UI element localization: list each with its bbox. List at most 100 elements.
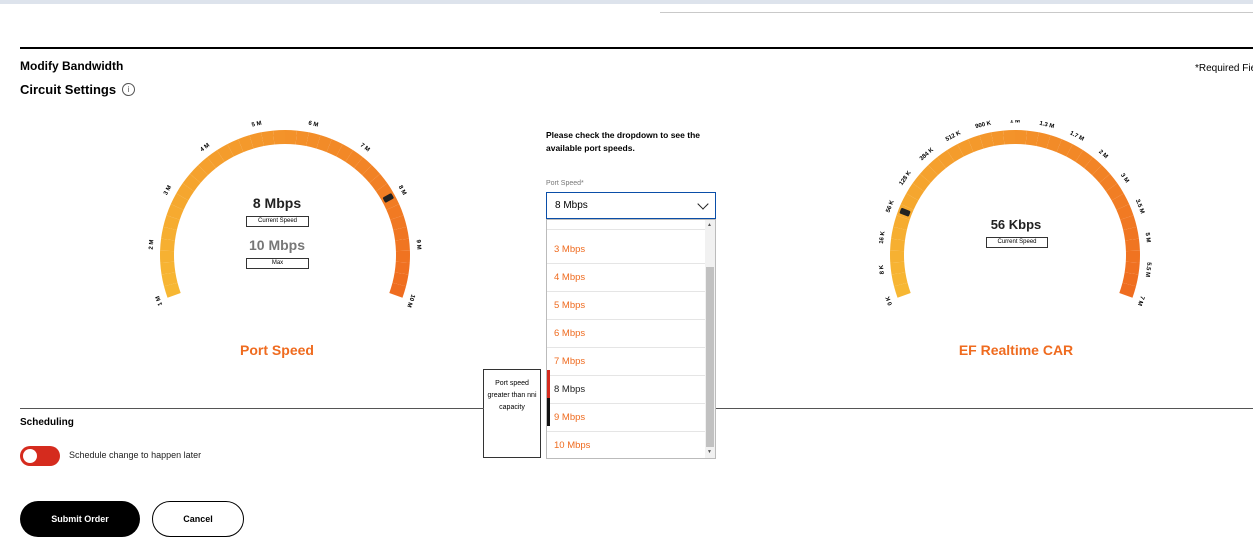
ef-gauge-arc-segment — [1132, 240, 1133, 251]
ef-gauge-arc-segment — [942, 156, 951, 163]
port-gauge-arc-segment — [212, 156, 221, 163]
ef-gauge-tick-label: 1.3 M — [1039, 121, 1055, 130]
port-gauge-arc-segment — [375, 178, 382, 187]
port-gauge-tick-label: 4 M — [200, 143, 212, 154]
ef-gauge-arc-segment — [1026, 138, 1037, 140]
ef-gauge-arc-segment — [1015, 137, 1026, 138]
submit-order-button[interactable]: Submit Order — [20, 501, 140, 537]
ef-gauge-arc-segment — [1130, 228, 1132, 239]
section-title: Circuit Settings i — [20, 82, 135, 97]
ef-gauge-tick-label: 0 K — [885, 295, 894, 306]
section-title-text: Circuit Settings — [20, 82, 116, 97]
port-speed-label: Port Speed — [177, 342, 377, 358]
port-gauge-arc-segment — [221, 150, 231, 156]
ef-gauge-tick-label: 128 K — [899, 170, 913, 187]
ef-gauge-arc-segment — [971, 142, 982, 146]
port-gauge-tick-label: 3 M — [163, 185, 173, 197]
port-speed-option[interactable]: 5 Mbps — [547, 292, 706, 320]
port-speed-option[interactable]: 6 Mbps — [547, 320, 706, 348]
port-speed-option[interactable]: 10 Mbps — [547, 432, 706, 459]
port-speed-option[interactable]: 9 Mbps — [547, 404, 706, 432]
port-gauge-arc-segment — [397, 218, 400, 229]
port-speed-option[interactable]: 3 Mbps — [547, 236, 706, 264]
ef-gauge-tick-label: 7 M — [1136, 295, 1145, 306]
cancel-button[interactable]: Cancel — [152, 501, 244, 537]
ef-gauge-arc-segment — [1004, 137, 1015, 138]
port-gauge-arc-segment — [182, 187, 188, 197]
options-scrollbar[interactable]: ▲ ▼ — [705, 220, 715, 458]
port-gauge-arc-segment — [177, 197, 182, 207]
port-gauge-arc-segment — [367, 170, 375, 178]
ef-gauge-arc-segment — [951, 150, 961, 156]
port-current-value: 8 Mbps — [217, 195, 337, 211]
port-speed-hint: Please check the dropdown to see the ava… — [546, 129, 726, 155]
port-gauge-arc-segment — [231, 146, 241, 151]
port-gauge-arc-segment — [402, 240, 403, 251]
port-gauge-arc-segment — [168, 228, 170, 239]
port-gauge-arc-segment — [329, 146, 339, 151]
port-speed-selected: 8 Mbps — [555, 200, 588, 211]
ef-gauge-tick-label: 56 K — [886, 199, 896, 214]
ef-gauge-tick-label: 3 M — [1119, 173, 1130, 185]
port-speed-field-label: Port Speed* — [546, 180, 584, 187]
port-gauge-tick-label: 1 M — [155, 295, 164, 306]
ef-realtime-label: EF Realtime CAR — [916, 342, 1116, 358]
ef-gauge-arc-segment — [1097, 170, 1105, 178]
ef-gauge-tick-label: 5 M — [1144, 232, 1151, 243]
ef-gauge-arc-segment — [900, 218, 903, 229]
ef-gauge-arc-segment — [907, 197, 912, 207]
scheduling-title: Scheduling — [20, 417, 74, 428]
ef-gauge-tick-label: 1.7 M — [1069, 131, 1085, 143]
scrollbar-thumb[interactable] — [706, 267, 714, 447]
port-speed-option[interactable]: 7 Mbps — [547, 348, 706, 376]
port-gauge-arc-segment — [195, 170, 203, 178]
ef-gauge-tick-label: 3.5 M — [1134, 199, 1145, 215]
port-speed-option-selected[interactable]: 8 Mbps — [547, 376, 706, 404]
ef-gauge-arc-segment — [925, 170, 933, 178]
port-gauge-arc-segment — [251, 139, 262, 142]
port-gauge-tick-label: 8 M — [397, 185, 407, 197]
capacity-tooltip: Port speed greater than nni capacity — [483, 369, 541, 458]
port-gauge-arc-segment — [167, 240, 168, 251]
ef-gauge-arc-segment — [898, 228, 900, 239]
port-gauge-arc-segment — [402, 262, 403, 273]
top-bar — [0, 0, 1253, 4]
port-gauge-arc-segment — [339, 150, 349, 156]
port-speed-options[interactable]: 2 Mbps 3 Mbps 4 Mbps 5 Mbps 6 Mbps 7 Mbp… — [546, 219, 716, 459]
ef-gauge-arc-segment — [933, 163, 942, 170]
header-divider — [20, 47, 1253, 49]
port-gauge-tick-label: 5 M — [251, 121, 262, 129]
port-speed-option[interactable]: 4 Mbps — [547, 264, 706, 292]
ef-gauge-arc-segment — [1132, 262, 1133, 273]
ef-gauge-arc-segment — [901, 285, 904, 296]
info-icon[interactable]: i — [122, 83, 135, 96]
port-gauge-arc-segment — [188, 178, 195, 187]
ef-gauge-arc-segment — [981, 139, 992, 142]
ef-gauge-arc-segment — [918, 178, 925, 187]
required-fields-note: *Required Fie — [1195, 63, 1253, 74]
port-gauge-arc-segment — [296, 138, 307, 140]
scroll-down-icon[interactable]: ▼ — [707, 449, 712, 455]
port-speed-select[interactable]: 8 Mbps — [546, 192, 716, 219]
ef-gauge-arc-segment — [1049, 142, 1060, 146]
ef-gauge-arc-segment — [1069, 150, 1079, 156]
schedule-toggle[interactable] — [20, 446, 60, 466]
hover-marker — [547, 398, 550, 426]
port-current-tag: Current Speed — [246, 216, 309, 227]
port-gauge-arc-segment — [171, 285, 174, 296]
ef-gauge-arc-segment — [898, 273, 900, 284]
ef-gauge-tick-label: 512 K — [945, 130, 963, 143]
ef-gauge-tick-label: 16 K — [879, 230, 887, 244]
ef-current-tag: Current Speed — [986, 237, 1048, 248]
scheduling-divider-left — [20, 408, 484, 409]
schedule-toggle-label: Schedule change to happen later — [69, 450, 201, 460]
ef-gauge-arc-segment — [961, 146, 971, 151]
port-speed-option[interactable]: 2 Mbps — [547, 219, 706, 230]
ef-gauge-tick-label: 1 M — [1010, 120, 1020, 125]
ef-gauge-arc-segment — [1112, 187, 1118, 197]
port-gauge-arc-segment — [274, 137, 285, 138]
port-max-tag: Max — [246, 258, 309, 269]
ef-gauge-arc-segment — [912, 187, 918, 197]
scroll-up-icon[interactable]: ▲ — [707, 222, 712, 228]
ef-gauge-tick-label: 8 K — [879, 264, 886, 275]
